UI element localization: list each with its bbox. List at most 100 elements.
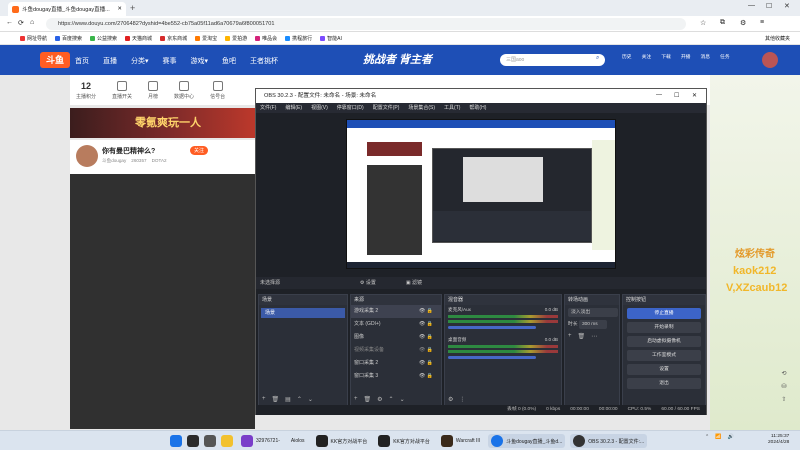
download-button[interactable]: 下载	[661, 53, 671, 60]
system-clock[interactable]: 11:25:37 2024/4/28	[768, 434, 789, 446]
settings-button[interactable]: 设置	[627, 364, 701, 375]
start-recording-button[interactable]: 开始录制	[627, 322, 701, 333]
menu-profile[interactable]: 配置文件(P)	[373, 103, 400, 113]
volume-icon[interactable]: 🔊	[727, 434, 733, 440]
bookmark-item[interactable]: 爱拍游	[225, 35, 247, 42]
menu-edit[interactable]: 编辑(E)	[285, 103, 302, 113]
task-view-icon[interactable]	[204, 435, 216, 447]
bookmark-item[interactable]: 爱淘宝	[195, 35, 217, 42]
toolbar-item[interactable]: 月榜	[148, 80, 158, 100]
filters-button[interactable]: ▣ 滤镜	[406, 277, 422, 289]
extensions-icon[interactable]: ⧉	[720, 19, 725, 27]
messages-button[interactable]: 消息	[700, 53, 710, 60]
more-icon[interactable]: ⋮	[459, 396, 465, 403]
taskbar-app[interactable]: Warcraft III	[438, 434, 483, 448]
menu-tools[interactable]: 工具(T)	[444, 103, 460, 113]
add-icon[interactable]: +	[354, 396, 358, 403]
menu-icon[interactable]: ≡	[760, 19, 764, 26]
source-item[interactable]: 视频采集设备 👁 🔒	[351, 344, 441, 357]
new-tab-icon[interactable]: +	[130, 3, 135, 13]
category[interactable]: DOTA2	[152, 158, 167, 164]
add-icon[interactable]: +	[262, 396, 266, 403]
header-banner[interactable]: 挑战者 背主者	[355, 50, 440, 70]
settings-icon[interactable]: ⚙	[740, 19, 746, 27]
stop-streaming-button[interactable]: 停止直播	[627, 308, 701, 319]
chevron-up-icon[interactable]: ⌃	[705, 434, 709, 440]
search-icon[interactable]: ⌕	[596, 55, 599, 62]
history-icon[interactable]: ⟲	[781, 370, 786, 377]
tasks-button[interactable]: 任务	[720, 53, 730, 60]
taskbar-app[interactable]: 斗鱼dougay直播_斗鱼d...	[488, 434, 566, 448]
volume-slider[interactable]	[448, 326, 536, 329]
history-button[interactable]: 历史	[622, 53, 632, 60]
follow-button[interactable]: 关注	[190, 146, 209, 155]
back-icon[interactable]: ←	[6, 19, 13, 26]
source-item[interactable]: 游戏采集 2 👁 🔒	[351, 305, 441, 318]
cart-icon[interactable]: ⛁	[781, 383, 786, 390]
menu-docks[interactable]: 停靠窗口(D)	[337, 103, 364, 113]
close-window-icon[interactable]: ✕	[784, 2, 790, 10]
menu-view[interactable]: 视图(V)	[311, 103, 328, 113]
bookmark-item[interactable]: 百度搜索	[55, 35, 82, 42]
toolbar-item[interactable]: 直播开关	[112, 80, 132, 100]
browser-tab[interactable]: 斗鱼dougay直播_斗鱼dougay直播... ✕	[8, 2, 126, 16]
move-down-icon[interactable]: ⌄	[400, 396, 405, 403]
volume-slider[interactable]	[448, 356, 536, 359]
exit-button[interactable]: 退出	[627, 378, 701, 389]
add-icon[interactable]: +	[568, 333, 572, 340]
source-item[interactable]: 窗口采集 2 👁 🔒	[351, 357, 441, 370]
toolbar-item[interactable]: 数据中心	[174, 80, 194, 100]
remove-icon[interactable]: 🗑	[272, 396, 280, 403]
promo-banner[interactable]: 零氪爽玩一人	[70, 108, 260, 138]
more-icon[interactable]: ⋯	[591, 333, 597, 340]
obs-minimize-icon[interactable]: —	[656, 92, 662, 98]
nav-item[interactable]: 分类▾	[131, 56, 149, 66]
bookmark-item[interactable]: 智能AI	[320, 35, 342, 42]
taskbar-app[interactable]: 32976721-	[238, 434, 283, 448]
refresh-icon[interactable]: ⟳	[18, 19, 24, 27]
nav-item[interactable]: 赛事	[163, 56, 177, 66]
search-input[interactable]: 三国aoo	[500, 54, 605, 66]
menu-scene-collection[interactable]: 场景集合(S)	[408, 103, 435, 113]
streamer-name[interactable]: 斗鱼dougay	[102, 158, 126, 164]
nav-item[interactable]: 直播	[103, 56, 117, 66]
explorer-icon[interactable]	[221, 435, 233, 447]
bookmark-item[interactable]: 网址导航	[20, 35, 47, 42]
source-item[interactable]: 图像 👁 🔒	[351, 331, 441, 344]
move-down-icon[interactable]: ⌄	[308, 396, 313, 403]
nav-item[interactable]: 首页	[75, 56, 89, 66]
bookmark-item[interactable]: 天猫商城	[125, 35, 152, 42]
url-input[interactable]: https://www.douyu.com/2706482?dyshid=4be…	[46, 18, 686, 30]
star-icon[interactable]: ☆	[700, 19, 706, 27]
menu-file[interactable]: 文件(F)	[260, 103, 276, 113]
properties-button[interactable]: ⚙ 设置	[360, 277, 376, 289]
scene-item[interactable]: 场景	[261, 308, 345, 318]
obs-preview[interactable]	[346, 119, 616, 269]
other-bookmarks[interactable]: 其他收藏夹	[765, 35, 790, 42]
source-item[interactable]: 窗口采集 3 👁 🔒	[351, 370, 441, 383]
close-tab-icon[interactable]: ✕	[117, 6, 122, 12]
virtual-camera-button[interactable]: 启动虚拟摄像机	[627, 336, 701, 347]
move-up-icon[interactable]: ⌃	[297, 396, 302, 403]
taskbar-app[interactable]: OBS 30.2.3 - 配置文件:...	[570, 434, 648, 448]
transition-select[interactable]: 淡入淡出	[568, 308, 618, 317]
toolbar-item[interactable]: 信号台	[210, 80, 225, 100]
remove-icon[interactable]: 🗑	[578, 333, 586, 340]
broadcast-button[interactable]: 开播	[681, 53, 691, 60]
obs-close-icon[interactable]: ✕	[692, 92, 697, 99]
nav-item[interactable]: 王者挑杯	[250, 56, 278, 66]
toolbar-item[interactable]: 12 主播积分	[76, 81, 96, 100]
steam-icon[interactable]	[187, 435, 199, 447]
follow-list-button[interactable]: 关注	[642, 53, 652, 60]
bookmark-item[interactable]: 唯品会	[255, 35, 277, 42]
remove-icon[interactable]: 🗑	[364, 396, 372, 403]
minimize-icon[interactable]: —	[748, 2, 755, 9]
network-icon[interactable]: 📶	[715, 434, 721, 440]
filter-icon[interactable]: ▤	[285, 396, 291, 403]
bookmark-item[interactable]: 公益搜索	[90, 35, 117, 42]
maximize-icon[interactable]: ☐	[766, 2, 772, 10]
obs-maximize-icon[interactable]: ☐	[674, 92, 679, 99]
move-up-icon[interactable]: ⌃	[389, 396, 394, 403]
video-player[interactable]	[70, 174, 255, 429]
duration-input[interactable]: 300 ms	[578, 320, 607, 329]
